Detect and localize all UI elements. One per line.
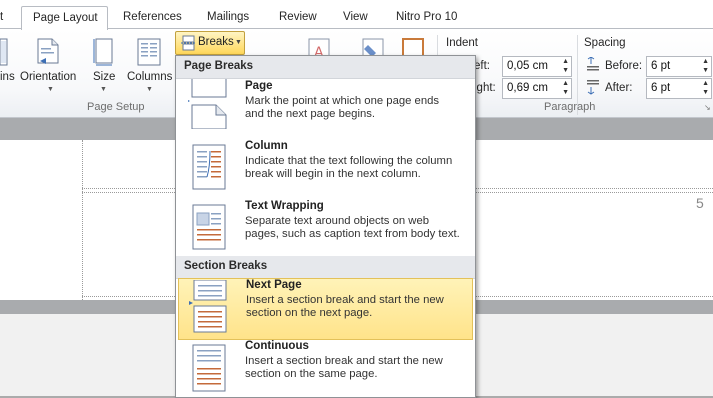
next-page-break-icon (189, 280, 227, 333)
text-wrapping-break-icon (192, 204, 226, 250)
section-breaks-header: Section Breaks (176, 256, 475, 279)
tab-view[interactable]: View (343, 11, 368, 23)
indent-right-input[interactable]: 0,69 cm ▲ ▼ (502, 78, 572, 99)
columns-button[interactable]: Columns (127, 71, 172, 83)
tab-references[interactable]: References (123, 11, 182, 23)
space-before-icon (587, 57, 599, 71)
menu-item-desc-line1: Separate text around objects on web (245, 215, 430, 227)
page-breaks-header: Page Breaks (176, 56, 475, 79)
tab-nitro-pro[interactable]: Nitro Pro 10 (396, 11, 457, 23)
tab-page-layout-label: Page Layout (33, 12, 98, 24)
menu-item-continuous[interactable]: Continuous Insert a section break and st… (176, 339, 475, 397)
spacing-after-value: 6 pt (651, 82, 671, 94)
column-break-icon (192, 144, 226, 190)
columns-icon[interactable] (136, 37, 162, 67)
tab-review[interactable]: Review (279, 11, 317, 23)
breaks-label: Breaks (198, 36, 234, 48)
breaks-dropdown-menu: Page Breaks Page Mark the point at which… (175, 55, 476, 398)
menu-item-desc-line2: break will begin in the next column. (245, 168, 421, 180)
spacing-after-input[interactable]: 6 pt ▲ ▼ (646, 78, 712, 99)
indent-left-input[interactable]: 0,05 cm ▲ ▼ (502, 56, 572, 77)
chevron-down-icon: ▼ (235, 39, 242, 46)
margins-icon[interactable] (0, 37, 8, 67)
breaks-button[interactable]: Breaks ▼ (175, 31, 245, 55)
orientation-button[interactable]: Orientation (20, 71, 76, 83)
continuous-break-icon (192, 344, 226, 392)
menu-item-title: Next Page (246, 279, 302, 291)
spinner-arrows-icon[interactable]: ▲ ▼ (562, 57, 569, 75)
spinner-arrows-icon[interactable]: ▲ ▼ (562, 79, 569, 97)
page-size-icon[interactable] (92, 37, 116, 67)
ribbon-tab-strip: t Page Layout References Mailings Review… (0, 0, 713, 30)
spacing-after-label: After: (605, 82, 633, 94)
menu-item-desc-line2: section on the next page. (246, 307, 373, 319)
menu-item-desc-line2: and the next page begins. (245, 108, 376, 120)
menu-item-next-page[interactable]: Next Page Insert a section break and sta… (178, 278, 473, 340)
spacing-before-value: 6 pt (651, 60, 671, 72)
menu-item-title: Page (245, 80, 273, 92)
spacing-before-label: Before: (605, 60, 643, 72)
menu-item-column[interactable]: Column Indicate that the text following … (176, 139, 475, 199)
menu-item-desc-line1: Mark the point at which one page ends (245, 95, 440, 107)
tab-file[interactable]: t (0, 11, 3, 23)
menu-item-title: Text Wrapping (245, 200, 324, 212)
tab-page-layout[interactable]: Page Layout (21, 6, 108, 30)
menu-item-desc-line1: Indicate that the text following the col… (245, 155, 453, 167)
menu-item-text-wrapping[interactable]: Text Wrapping Separate text around objec… (176, 199, 475, 259)
orientation-icon[interactable] (34, 37, 64, 67)
paragraph-group-label: Paragraph (544, 101, 596, 113)
chevron-down-icon: ▼ (146, 86, 153, 93)
margins-button[interactable]: ins (0, 71, 15, 83)
dialog-launcher-icon[interactable]: ↘ (704, 103, 711, 112)
indent-left-label: eft: (474, 60, 490, 72)
size-button[interactable]: Size (93, 71, 115, 83)
menu-item-title: Continuous (245, 340, 309, 352)
indent-left-value: 0,05 cm (507, 60, 548, 72)
menu-item-page[interactable]: Page Mark the point at which one page en… (176, 79, 475, 139)
menu-item-desc-line1: Insert a section break and start the new (246, 294, 444, 306)
text-boundary (82, 140, 83, 300)
chevron-down-icon: ▼ (47, 86, 54, 93)
page-setup-group-label: Page Setup (87, 101, 145, 113)
spacing-label: Spacing (584, 37, 626, 49)
spinner-arrows-icon[interactable]: ▲ ▼ (702, 79, 709, 97)
menu-item-title: Column (245, 140, 288, 152)
page-breaks-header-label: Page Breaks (184, 60, 254, 72)
indent-right-value: 0,69 cm (507, 82, 548, 94)
spacing-before-input[interactable]: 6 pt ▲ ▼ (646, 56, 712, 77)
page-number: 5 (696, 195, 704, 211)
breaks-icon (181, 35, 195, 51)
spinner-arrows-icon[interactable]: ▲ ▼ (702, 57, 709, 75)
section-breaks-header-label: Section Breaks (184, 260, 268, 272)
chevron-down-icon: ▼ (100, 86, 107, 93)
indent-right-label: ight: (474, 82, 496, 94)
menu-item-desc-line2: pages, such as caption text from body te… (245, 228, 460, 240)
tab-mailings[interactable]: Mailings (207, 11, 249, 23)
menu-item-desc-line2: section on the same page. (245, 368, 378, 380)
page-break-icon (188, 79, 227, 129)
menu-item-desc-line1: Insert a section break and start the new (245, 355, 443, 367)
indent-label: Indent (446, 37, 478, 49)
space-after-icon (587, 80, 599, 95)
